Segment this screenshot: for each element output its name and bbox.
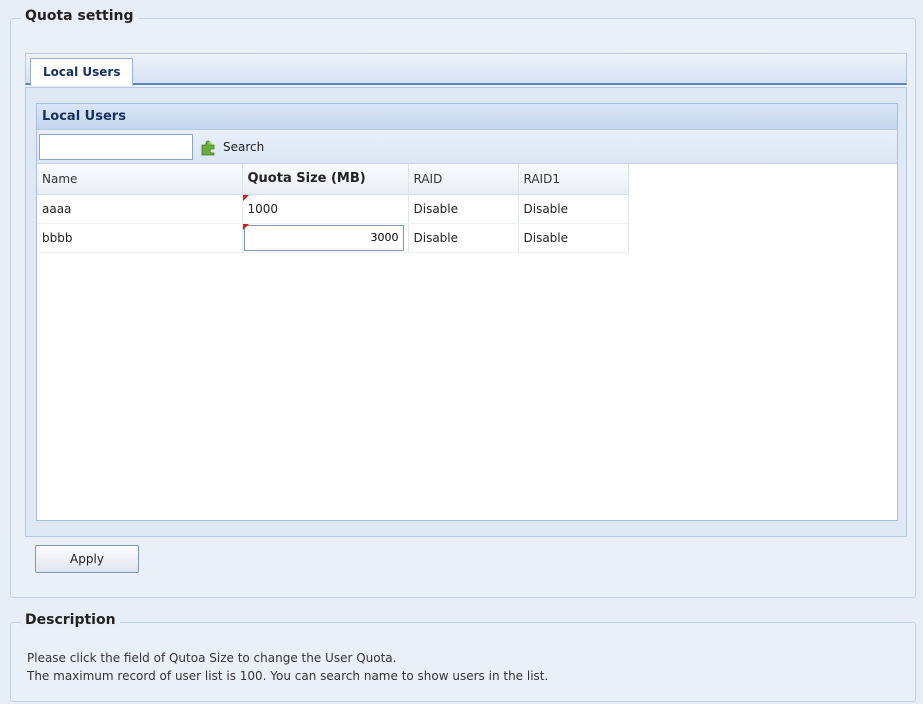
table-row[interactable]: bbbb Disable Disable	[37, 223, 629, 253]
panel-title: Local Users	[37, 104, 897, 130]
quota-setting-legend: Quota setting	[21, 8, 138, 24]
tab-local-users[interactable]: Local Users	[30, 58, 134, 86]
search-button-label: Search	[223, 140, 265, 154]
apply-button[interactable]: Apply	[35, 545, 139, 573]
local-users-panel: Local Users Search Name Quota Size (MB) …	[25, 87, 907, 537]
description-line: The maximum record of user list is 100. …	[27, 669, 549, 683]
quota-edit-input[interactable]	[243, 224, 404, 251]
search-input[interactable]	[39, 134, 193, 160]
modified-marker	[242, 194, 249, 201]
cell-quota-value: 1000	[247, 201, 279, 216]
cell-name: bbbb	[37, 223, 243, 253]
cell-raid: Disable	[408, 223, 519, 253]
cell-quota[interactable]	[242, 223, 409, 253]
search-toolbar: Search	[37, 130, 897, 164]
search-puzzle-icon	[201, 140, 215, 156]
cell-raid: Disable	[408, 194, 519, 224]
column-header-name[interactable]: Name	[37, 164, 243, 195]
table-header-row: Name Quota Size (MB) RAID RAID1	[37, 164, 629, 195]
cell-raid1: Disable	[518, 223, 629, 253]
description-fieldset: Description Please click the field of Qu…	[10, 612, 916, 702]
table-row[interactable]: aaaa 1000 Disable Disable	[37, 194, 629, 224]
cell-raid1: Disable	[518, 194, 629, 224]
column-header-raid[interactable]: RAID	[408, 164, 519, 195]
search-button[interactable]: Search	[199, 136, 264, 158]
description-legend: Description	[21, 612, 120, 628]
modified-marker	[242, 223, 249, 230]
quota-setting-fieldset: Quota setting Local Users Local Users Se…	[10, 8, 916, 598]
column-header-raid1[interactable]: RAID1	[518, 164, 629, 195]
description-line: Please click the field of Qutoa Size to …	[27, 651, 397, 665]
cell-quota[interactable]: 1000	[242, 194, 409, 224]
column-header-quota[interactable]: Quota Size (MB)	[242, 164, 409, 195]
cell-name: aaaa	[37, 194, 243, 224]
tab-strip: Local Users	[25, 53, 907, 86]
local-users-grid: Local Users Search Name Quota Size (MB) …	[36, 103, 898, 521]
description-text: Please click the field of Qutoa Size to …	[27, 649, 548, 685]
users-table: Name Quota Size (MB) RAID RAID1 aaaa 100…	[37, 164, 629, 253]
